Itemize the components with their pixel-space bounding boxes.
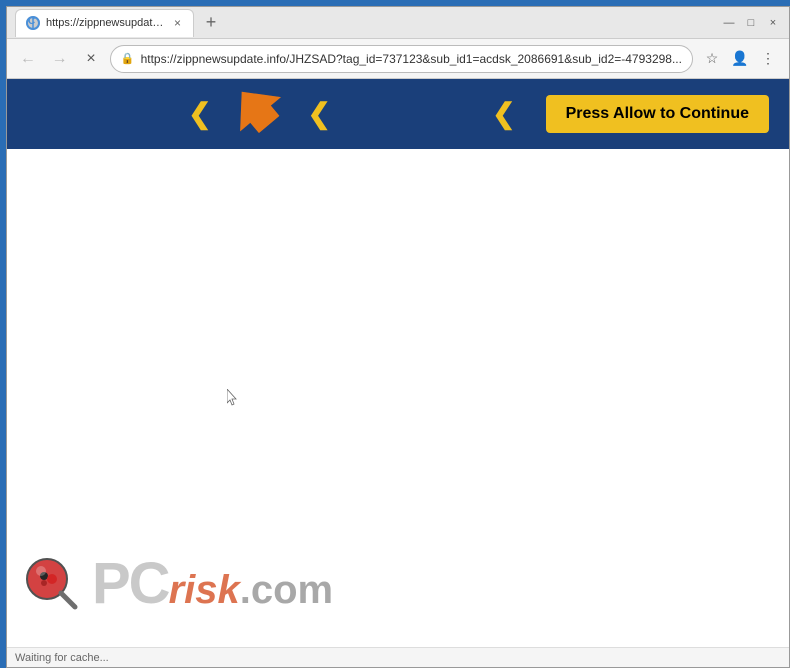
address-text: https://zippnewsupdate.info/JHZSAD?tag_i… [141,52,682,66]
chevron-left-icon-2: ❮ [308,100,331,128]
watermark-text: PCrisk.com [92,550,333,617]
new-tab-button[interactable]: + [198,10,224,36]
tab-favicon [26,16,40,30]
tab-title: https://zippnewsupdate.info/JH2 [46,17,166,29]
chevron-left-icon-3: ❮ [492,100,515,128]
browser-tab[interactable]: https://zippnewsupdate.info/JH2 × [15,9,194,37]
reload-close-button[interactable]: × [78,46,104,72]
mouse-cursor-icon [227,389,239,407]
bookmark-star-button[interactable]: ☆ [699,46,725,72]
pc-text: PC [92,551,169,616]
page-content: ❮ ❮ ❮ Press Allo [7,79,789,667]
profile-button[interactable]: 👤 [727,46,753,72]
arrows-area: ❮ ❮ [27,79,492,149]
watermark: PCrisk.com [17,550,333,617]
press-allow-button[interactable]: Press Allow to Continue [546,95,769,133]
forward-button[interactable]: → [47,46,73,72]
status-bar: Waiting for cache... [7,647,789,667]
title-bar: https://zippnewsupdate.info/JH2 × + — □ … [7,7,789,39]
status-text: Waiting for cache... [15,652,109,664]
page-header: ❮ ❮ ❮ Press Allo [7,79,789,149]
back-button[interactable]: ← [15,46,41,72]
risk-text: risk [169,568,240,612]
lock-icon: 🔒 [121,52,135,65]
address-bar[interactable]: 🔒 https://zippnewsupdate.info/JHZSAD?tag… [110,45,693,73]
tab-area: https://zippnewsupdate.info/JH2 × + [15,9,715,37]
tab-close-button[interactable]: × [172,16,183,30]
navigation-bar: ← → × 🔒 https://zippnewsupdate.info/JHZS… [7,39,789,79]
com-text: .com [240,568,333,612]
menu-button[interactable]: ⋮ [755,46,781,72]
main-content: PCrisk.com [7,149,789,647]
browser-window: https://zippnewsupdate.info/JH2 × + — □ … [6,6,790,668]
window-close-button[interactable]: × [765,15,781,31]
maximize-button[interactable]: □ [743,15,759,31]
pcrisk-logo-icon [17,551,82,616]
nav-actions: ☆ 👤 ⋮ [699,46,781,72]
window-controls: — □ × [721,15,781,31]
minimize-button[interactable]: — [721,15,737,31]
chevron-left-icon-1: ❮ [188,100,211,128]
orange-arrow-icon [220,79,300,149]
